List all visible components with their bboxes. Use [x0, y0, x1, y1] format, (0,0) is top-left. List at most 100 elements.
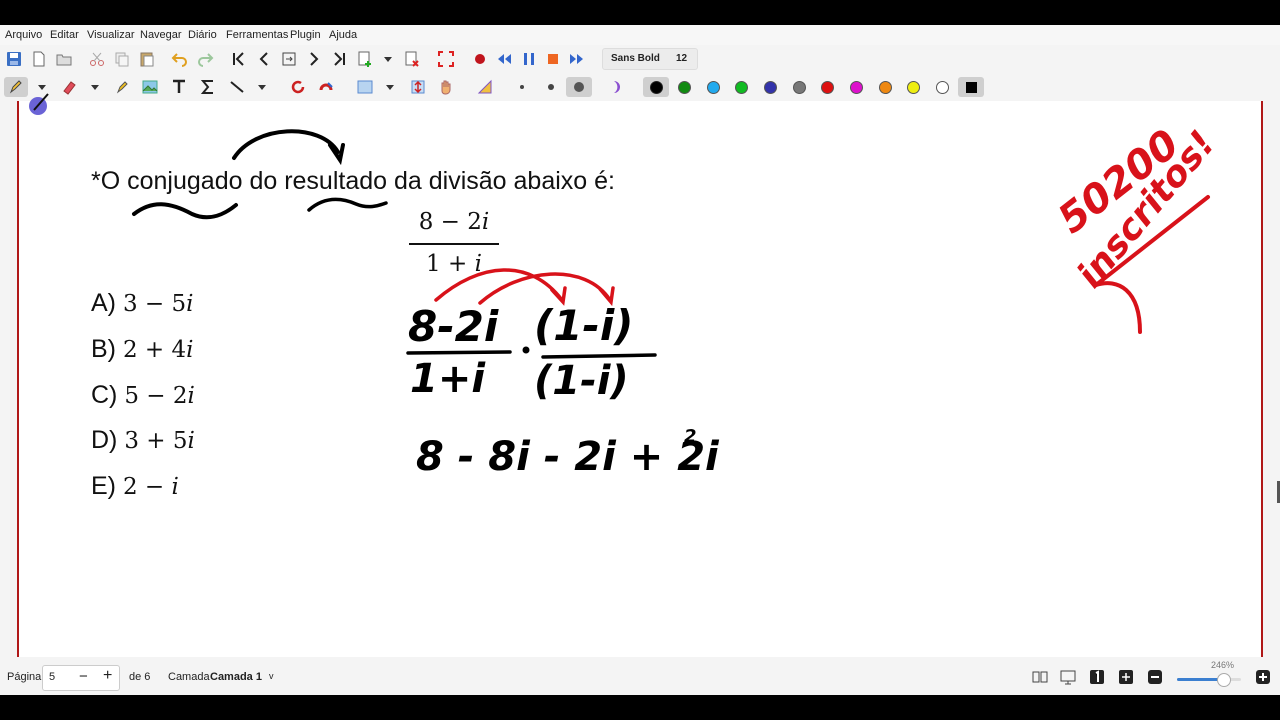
save-icon[interactable] — [4, 49, 24, 69]
color-white-icon[interactable] — [932, 77, 952, 97]
color-yellow-icon[interactable] — [903, 77, 923, 97]
layer-dropdown-icon[interactable]: v — [269, 671, 274, 681]
redo-icon[interactable] — [195, 49, 215, 69]
pause-icon[interactable] — [519, 49, 539, 69]
copy-icon[interactable] — [112, 49, 132, 69]
color-lightgreen-icon[interactable] — [731, 77, 751, 97]
layer-selector[interactable]: Camada 1 — [210, 671, 262, 683]
color-orange-icon[interactable] — [875, 77, 895, 97]
text-icon[interactable] — [169, 77, 189, 97]
option-d: D) 3 + 5𝑖 — [91, 426, 195, 455]
zoom-slider[interactable] — [1177, 673, 1241, 687]
color-swatch-blue — [763, 80, 777, 94]
color-black-icon[interactable] — [643, 77, 669, 97]
page-decrement-button[interactable]: − — [79, 668, 88, 685]
open-folder-icon[interactable] — [54, 49, 74, 69]
color-red-icon[interactable] — [817, 77, 837, 97]
two-page-icon[interactable] — [1030, 667, 1050, 687]
zoom-slider-fill — [1177, 678, 1221, 681]
zoom-out-icon[interactable] — [1145, 667, 1165, 687]
color-gray-icon[interactable] — [789, 77, 809, 97]
layer-label: Camada — [168, 671, 210, 683]
undo-icon[interactable] — [170, 49, 190, 69]
font-selector[interactable]: Sans Bold 12 — [602, 48, 698, 70]
new-document-icon[interactable] — [29, 49, 49, 69]
fraction-bar — [409, 243, 499, 245]
image-icon[interactable] — [140, 77, 160, 97]
menu-diario[interactable]: Diário — [188, 29, 217, 41]
zoom-fit-icon[interactable] — [1116, 667, 1136, 687]
hand-icon[interactable] — [436, 77, 456, 97]
setsquare-icon[interactable] — [475, 77, 495, 97]
menu-navegar[interactable]: Navegar — [140, 29, 182, 41]
presentation-icon[interactable] — [1058, 667, 1078, 687]
add-page-icon[interactable] — [355, 49, 375, 69]
record-icon[interactable] — [470, 49, 490, 69]
select-dropdown-icon[interactable] — [380, 77, 400, 97]
latex-icon[interactable] — [198, 77, 218, 97]
option-a: A) 3 − 5𝑖 — [91, 289, 193, 318]
option-label: D) — [91, 426, 118, 454]
stop-icon[interactable] — [543, 49, 563, 69]
option-value: 5 − 2𝑖 — [124, 383, 195, 409]
highlighter-icon[interactable] — [112, 77, 132, 97]
next-page-icon[interactable] — [304, 49, 324, 69]
shape-dropdown-icon[interactable] — [252, 77, 272, 97]
custom-color-icon[interactable] — [958, 77, 984, 97]
color-magenta-icon[interactable] — [846, 77, 866, 97]
color-lightblue-icon[interactable] — [703, 77, 723, 97]
pen-dropdown-icon[interactable] — [32, 77, 52, 97]
fast-forward-icon[interactable] — [567, 49, 587, 69]
delete-page-icon[interactable] — [402, 49, 422, 69]
color-swatch-red — [820, 80, 834, 94]
paste-icon[interactable] — [137, 49, 157, 69]
snap-grid-icon[interactable] — [316, 77, 336, 97]
menu-ajuda[interactable]: Ajuda — [329, 29, 357, 41]
canvas-area[interactable]: *O conjugado do resultado da divisão aba… — [0, 101, 1280, 657]
color-swatch-lightblue — [706, 80, 720, 94]
menu-editar[interactable]: Editar — [50, 29, 79, 41]
menu-ferramentas[interactable]: Ferramentas — [226, 29, 288, 41]
color-green-icon[interactable] — [674, 77, 694, 97]
pen-icon[interactable] — [4, 77, 28, 97]
previous-page-icon[interactable] — [254, 49, 274, 69]
page-spinner[interactable]: 5 − + — [42, 665, 120, 691]
zoom-level: 246% — [1211, 660, 1235, 670]
document-page[interactable]: *O conjugado do resultado da divisão aba… — [17, 101, 1263, 657]
add-page-dropdown-icon[interactable] — [378, 49, 398, 69]
option-value: 2 + 4𝑖 — [122, 337, 194, 363]
select-rectangle-icon[interactable] — [355, 77, 375, 97]
option-label: C) — [91, 381, 118, 409]
cut-icon[interactable] — [87, 49, 107, 69]
xournal-app: Arquivo Editar Visualizar Navegar Diário… — [0, 25, 1280, 695]
rewind-icon[interactable] — [494, 49, 514, 69]
menu-arquivo[interactable]: Arquivo — [5, 29, 42, 41]
medium-size-icon[interactable] — [541, 77, 561, 97]
main-toolbar: Sans Bold 12 — [0, 45, 1280, 73]
eraser-dropdown-icon[interactable] — [85, 77, 105, 97]
thin-size-icon[interactable] — [512, 77, 532, 97]
option-value: 3 + 5𝑖 — [124, 428, 195, 454]
vertical-space-icon[interactable] — [408, 77, 428, 97]
line-tool-icon[interactable] — [227, 77, 247, 97]
font-name: Sans Bold — [611, 53, 660, 64]
menu-visualizar[interactable]: Visualizar — [87, 29, 135, 41]
thick-size-icon[interactable] — [566, 77, 592, 97]
option-label: A) — [91, 289, 116, 317]
zoom-100-icon[interactable] — [1087, 667, 1107, 687]
zoom-in-icon[interactable] — [1253, 667, 1273, 687]
first-page-icon[interactable] — [229, 49, 249, 69]
page-increment-button[interactable]: + — [103, 667, 112, 685]
color-swatch-lightgreen — [734, 80, 748, 94]
color-blue-icon[interactable] — [760, 77, 780, 97]
page-number-input[interactable]: 5 — [49, 671, 55, 683]
eraser-icon[interactable] — [59, 77, 79, 97]
snap-rotation-icon[interactable] — [288, 77, 308, 97]
option-label: B) — [91, 335, 116, 363]
fullscreen-icon[interactable] — [436, 49, 456, 69]
menu-plugin[interactable]: Plugin — [290, 29, 321, 41]
zoom-slider-handle[interactable] — [1217, 673, 1231, 687]
goto-page-icon[interactable] — [279, 49, 299, 69]
fill-icon[interactable] — [608, 77, 628, 97]
last-page-icon[interactable] — [329, 49, 349, 69]
